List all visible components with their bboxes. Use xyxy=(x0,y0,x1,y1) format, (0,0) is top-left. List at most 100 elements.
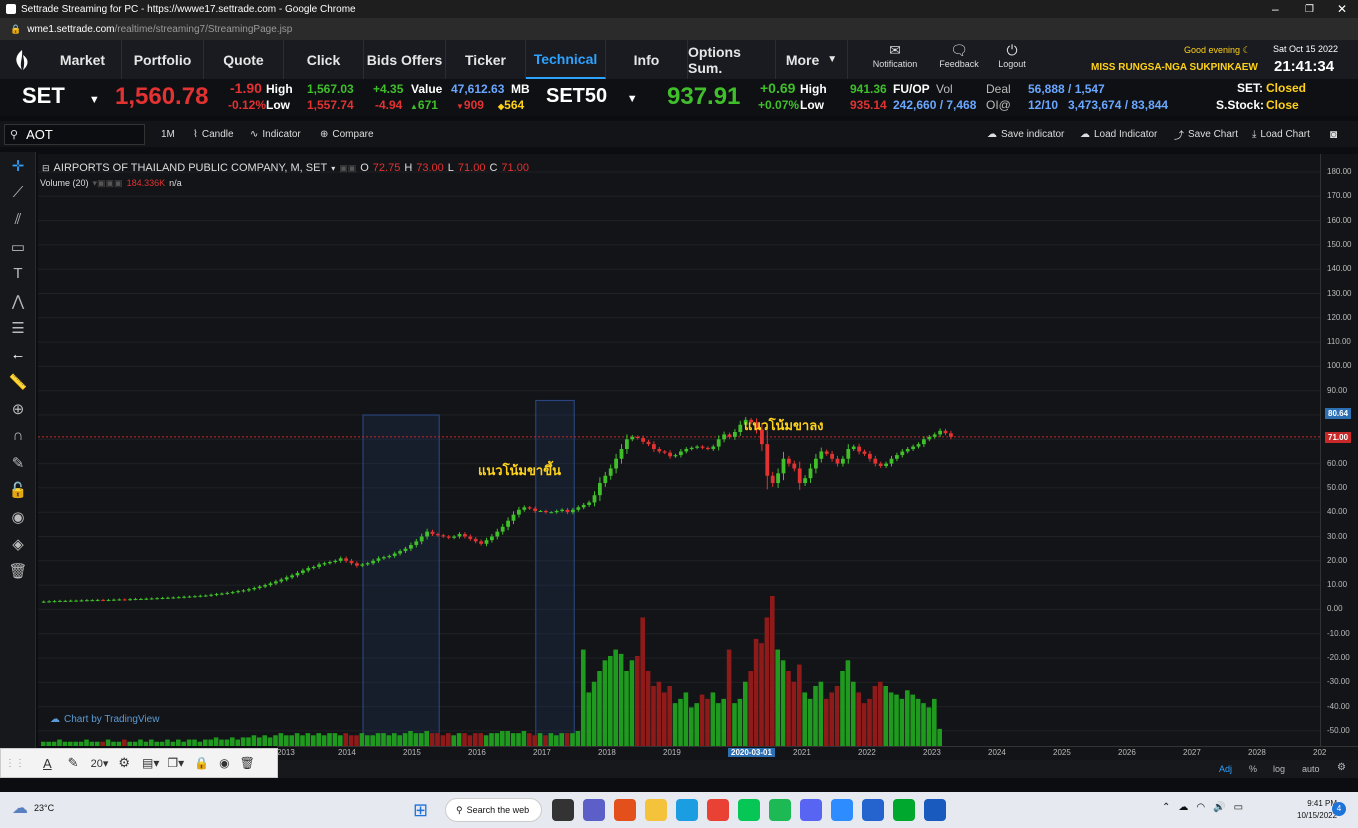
tradingview-watermark[interactable]: ☁ Chart by TradingView xyxy=(50,714,159,725)
teams-icon[interactable] xyxy=(583,799,605,821)
pen-color-icon[interactable]: ✎ xyxy=(68,755,79,771)
legend-caret-icon[interactable]: ▾ xyxy=(331,164,335,173)
load-indicator-button[interactable]: ☁ Load Indicator xyxy=(1080,121,1157,147)
magnet-icon[interactable]: ∩ xyxy=(0,422,36,449)
back-arrow-icon[interactable]: ← xyxy=(0,341,36,368)
line-icon[interactable] xyxy=(738,799,760,821)
compare-button[interactable]: ⊕ Compare xyxy=(320,121,374,147)
wifi-icon[interactable]: ◠ xyxy=(1196,802,1205,813)
time-axis[interactable]: 2013 2014 2015 2016 2017 2018 2019 2020-03-01 20… xyxy=(277,746,1358,760)
candle-body xyxy=(106,599,111,601)
camera-icon[interactable]: ◙ xyxy=(1330,121,1337,147)
chart-canvas[interactable] xyxy=(38,154,1320,746)
nav-bids-offers[interactable]: Bids Offers xyxy=(364,40,446,79)
delete-icon[interactable]: 🗑 xyxy=(240,756,255,770)
minimize-icon[interactable]: – xyxy=(1272,2,1279,16)
drawing-mode-icon[interactable]: ✎ xyxy=(0,449,36,476)
visibility-icon[interactable]: ◉ xyxy=(219,756,229,770)
legend-settings-icon[interactable]: ▣▣ xyxy=(339,163,356,174)
interval-button[interactable]: 1M xyxy=(161,121,175,147)
set50-selector[interactable]: SET50 ▼ xyxy=(546,85,638,108)
logout-button[interactable]: ⏻ Logout xyxy=(990,42,1034,69)
nav-options-sum[interactable]: Options Sum. xyxy=(688,40,776,79)
axis-settings-icon[interactable]: ⚙ xyxy=(1337,762,1346,773)
prediction-icon[interactable]: ☰ xyxy=(0,314,36,341)
trendline-icon[interactable]: ⟋ xyxy=(0,179,36,206)
auto-toggle[interactable]: auto xyxy=(1302,764,1320,774)
volume-label[interactable]: Volume (20) xyxy=(40,178,89,189)
task-view-icon[interactable] xyxy=(552,799,574,821)
pattern-icon[interactable]: ⋀ xyxy=(0,287,36,314)
lock-drawings-icon[interactable]: 🔓 xyxy=(0,476,36,503)
close-icon[interactable]: ✕ xyxy=(1337,2,1347,16)
indicator-button[interactable]: ∿ Indicator xyxy=(250,121,301,147)
price-chart[interactable]: ⊟ AIRPORTS OF THAILAND PUBLIC COMPANY, M… xyxy=(38,154,1320,746)
volume-value: 184.336K xyxy=(126,178,166,188)
start-button[interactable]: ⊞ xyxy=(413,800,428,821)
text-icon[interactable]: T xyxy=(0,260,36,287)
font-size-select[interactable]: 20▾ xyxy=(91,757,109,770)
text-color-icon[interactable]: A xyxy=(43,756,52,771)
collapse-icon[interactable]: ⊟ xyxy=(42,163,50,174)
nav-ticker[interactable]: Ticker xyxy=(446,40,526,79)
zoom-in-icon[interactable]: ⊕ xyxy=(0,395,36,422)
crosshair-icon[interactable]: ✛ xyxy=(0,152,36,179)
zoom-icon[interactable] xyxy=(831,799,853,821)
downtrend-annotation[interactable]: แนวโน้มขาลง xyxy=(744,415,824,436)
set-index-selector[interactable]: SET ▼ xyxy=(22,83,100,109)
log-toggle[interactable]: log xyxy=(1273,764,1285,774)
maximize-icon[interactable]: ❐ xyxy=(1305,4,1314,15)
save-chart-button[interactable]: ⤴ Save Chart xyxy=(1174,121,1238,147)
nav-more[interactable]: More ▼ xyxy=(776,40,848,79)
lock-icon[interactable]: 🔒 xyxy=(194,756,209,770)
address-bar[interactable]: 🔒 wme1.settrade.com /realtime/streaming7… xyxy=(0,18,1358,40)
taskbar-search[interactable]: ⚲ Search the web xyxy=(445,798,542,822)
uptrend-annotation[interactable]: แนวโน้มขาขึ้น xyxy=(478,460,561,481)
volume-icon[interactable]: 🔊 xyxy=(1213,802,1225,813)
eye-icon[interactable]: ◉ xyxy=(0,503,36,530)
evernote-icon[interactable] xyxy=(893,799,915,821)
feedback-button[interactable]: 🗨 Feedback xyxy=(932,42,986,69)
candle-button[interactable]: ⌇ Candle xyxy=(193,121,234,147)
weather-widget[interactable]: ☁ 23°C xyxy=(12,798,54,818)
nav-technical[interactable]: Technical xyxy=(526,40,606,79)
word-icon[interactable] xyxy=(924,799,946,821)
nav-quote[interactable]: Quote xyxy=(204,40,284,79)
symbol-input[interactable]: AOT xyxy=(26,127,53,142)
symbol-search[interactable]: ⚲ AOT xyxy=(4,124,145,145)
layers-icon[interactable]: ◈ xyxy=(0,530,36,557)
fib-icon[interactable]: ⫽ xyxy=(0,206,36,233)
rectangle-icon[interactable]: ▭ xyxy=(0,233,36,260)
todo-icon[interactable] xyxy=(862,799,884,821)
trash-icon[interactable]: 🗑 xyxy=(0,557,36,584)
clone-icon[interactable]: ❐▾ xyxy=(167,756,184,770)
template-icon[interactable]: ▤▾ xyxy=(142,756,159,770)
chevron-up-icon[interactable]: ⌃ xyxy=(1162,802,1170,813)
nav-info[interactable]: Info xyxy=(606,40,688,79)
chrome-icon[interactable] xyxy=(707,799,729,821)
onedrive-icon[interactable]: ☁ xyxy=(1178,802,1188,813)
percent-toggle[interactable]: % xyxy=(1249,764,1257,774)
nav-market[interactable]: Market xyxy=(44,40,122,79)
nav-portfolio[interactable]: Portfolio xyxy=(122,40,204,79)
file-explorer-icon[interactable] xyxy=(645,799,667,821)
save-indicator-button[interactable]: ☁ Save indicator xyxy=(987,121,1064,147)
discord-icon[interactable] xyxy=(800,799,822,821)
notification-count-badge[interactable]: 4 xyxy=(1332,802,1346,816)
nav-click[interactable]: Click xyxy=(284,40,364,79)
notification-button[interactable]: ✉ Notification xyxy=(866,42,924,69)
system-tray[interactable]: ⌃ ☁ ◠ 🔊 ▭ xyxy=(1162,802,1243,813)
price-axis[interactable]: 180.00 170.00 160.00 150.00 140.00 130.00 120.… xyxy=(1320,154,1358,746)
taskbar-clock[interactable]: 9:41 PM 10/15/2022 xyxy=(1297,798,1337,822)
volume-settings-icon[interactable]: ▾▣▣▣ xyxy=(93,178,123,189)
settings-icon[interactable]: ⚙ xyxy=(118,755,130,771)
battery-icon[interactable]: ▭ xyxy=(1234,802,1243,813)
load-chart-button[interactable]: ⤓ Load Chart xyxy=(1252,121,1310,147)
office-icon[interactable] xyxy=(614,799,636,821)
ruler-icon[interactable]: 📏 xyxy=(0,368,36,395)
spotify-icon[interactable] xyxy=(769,799,791,821)
settrade-logo-icon[interactable] xyxy=(0,40,44,79)
adj-toggle[interactable]: Adj xyxy=(1219,764,1232,774)
edge-icon[interactable] xyxy=(676,799,698,821)
drag-handle-icon[interactable]: ⋮⋮ xyxy=(5,758,25,769)
